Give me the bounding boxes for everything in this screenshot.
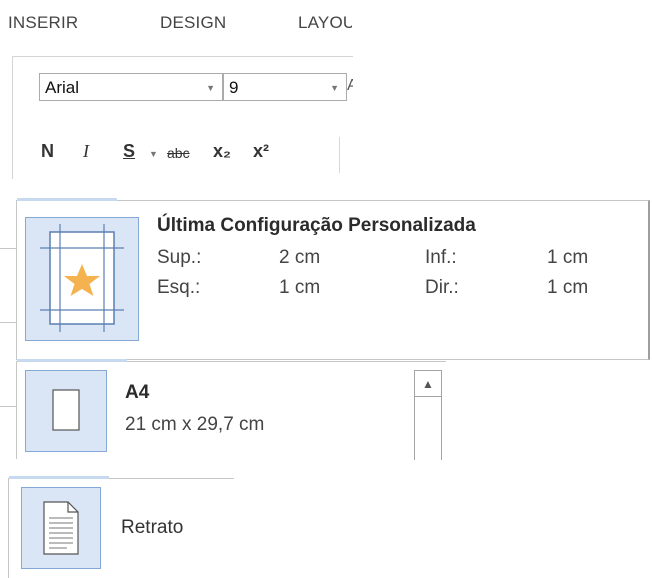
gallery-scrollbar[interactable]: ▲ [414, 370, 442, 460]
margin-bottom-value: 1 cm [547, 247, 589, 268]
page-size-icon [52, 389, 80, 431]
subscript-button[interactable]: x₂ [213, 141, 231, 162]
portrait-page-icon [43, 501, 79, 555]
underline-button[interactable]: S [123, 141, 135, 162]
margins-gallery: Última Configuração Personalizada Sup.: … [16, 198, 650, 360]
orientation-item-thumbnail[interactable] [21, 487, 101, 569]
page-margins-star-icon [40, 224, 124, 332]
group-separator [339, 137, 340, 173]
gallery-top-tick [17, 359, 127, 362]
grow-font-icon[interactable]: A [347, 77, 353, 95]
underline-dropdown-icon[interactable]: ▼ [149, 149, 158, 159]
size-item-title: A4 [125, 382, 150, 403]
chevron-down-icon[interactable]: ▼ [206, 74, 215, 102]
strikethrough-button[interactable]: abc [167, 145, 190, 161]
margins-item-thumbnail[interactable] [25, 217, 139, 341]
margin-right-label: Dir.: [425, 277, 459, 298]
size-item-dimensions: 21 cm x 29,7 cm [125, 414, 265, 435]
orientation-gallery: Retrato [8, 476, 234, 578]
gallery-top-tick [17, 198, 117, 201]
size-gallery: A4 21 cm x 29,7 cm [16, 359, 446, 459]
italic-button[interactable]: I [83, 141, 89, 162]
font-size-value: 9 [229, 78, 239, 97]
margin-left-label: Esq.: [157, 277, 201, 298]
tab-design[interactable]: DESIGN [160, 13, 226, 33]
tab-layout[interactable]: LAYOUT [298, 13, 352, 33]
chevron-down-icon[interactable]: ▼ [330, 74, 339, 102]
bold-button[interactable]: N [41, 141, 54, 162]
font-group: Arial ▼ 9 ▼ A N I S ▼ abc x₂ x² [12, 56, 353, 179]
margin-top-value: 2 cm [279, 247, 321, 268]
superscript-button[interactable]: x² [253, 141, 269, 162]
margin-left-value: 1 cm [279, 277, 321, 298]
margin-bottom-label: Inf.: [425, 247, 457, 268]
tab-inserir[interactable]: INSERIR [8, 13, 78, 33]
margins-item-title: Última Configuração Personalizada [157, 215, 476, 236]
margin-right-value: 1 cm [547, 277, 589, 298]
margin-top-label: Sup.: [157, 247, 202, 268]
font-name-value: Arial [45, 78, 80, 97]
size-item-thumbnail[interactable] [25, 370, 107, 452]
orientation-item-label: Retrato [121, 517, 184, 538]
ribbon-tabs: INSERIR DESIGN LAYOUT [0, 0, 352, 46]
font-size-combobox[interactable]: 9 ▼ [223, 73, 347, 101]
gallery-top-tick [9, 476, 109, 479]
scroll-up-icon[interactable]: ▲ [415, 371, 441, 397]
font-name-combobox[interactable]: Arial ▼ [39, 73, 223, 101]
